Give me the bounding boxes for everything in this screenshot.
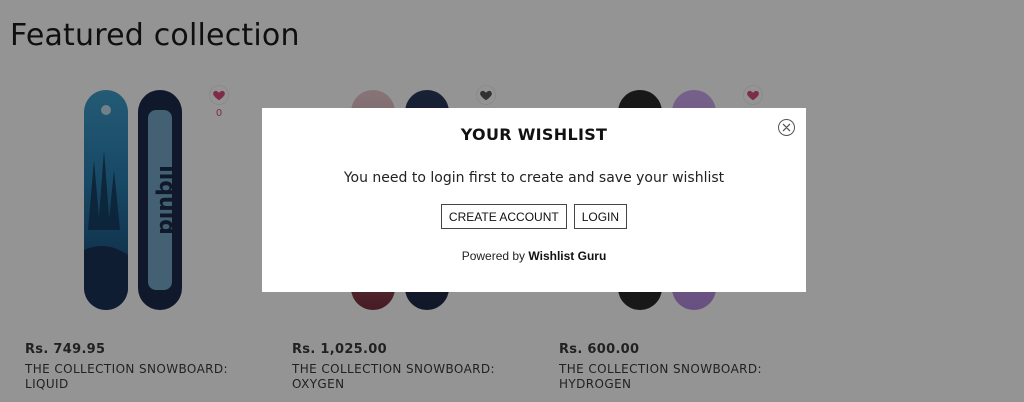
modal-title: YOUR WISHLIST [460, 125, 608, 144]
close-button[interactable] [778, 119, 795, 136]
modal-message: You need to login first to create and sa… [343, 170, 725, 186]
powered-by-prefix: Powered by [461, 249, 526, 263]
modal-actions: CREATE ACCOUNT LOGIN [262, 204, 806, 229]
create-account-button[interactable]: CREATE ACCOUNT [440, 204, 567, 229]
powered-by: Powered by Wishlist Guru [262, 249, 806, 263]
login-button[interactable]: LOGIN [573, 204, 628, 229]
wishlist-modal: YOUR WISHLIST You need to login first to… [262, 108, 806, 292]
powered-by-brand-link[interactable]: Wishlist Guru [528, 249, 606, 263]
close-icon [782, 123, 791, 132]
